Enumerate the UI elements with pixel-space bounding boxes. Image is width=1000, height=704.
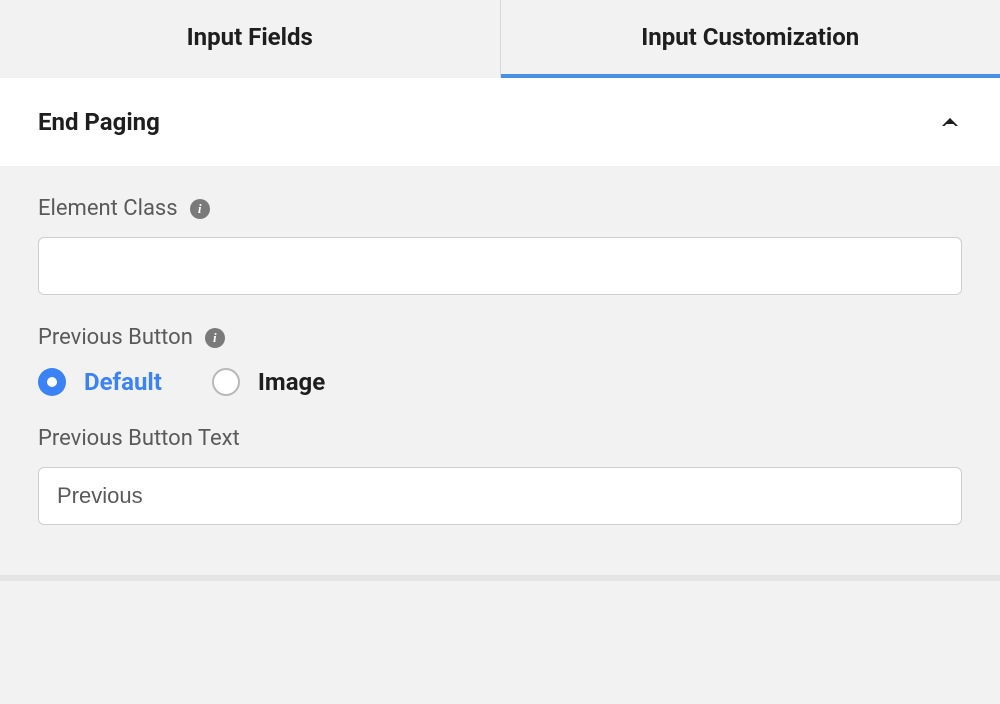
field-previous-button: Previous Button i Default Image bbox=[38, 325, 962, 396]
radio-label: Image bbox=[258, 368, 325, 396]
tab-label: Input Fields bbox=[187, 23, 313, 51]
chevron-up-icon bbox=[938, 110, 962, 134]
section-title: End Paging bbox=[38, 108, 160, 136]
label-text: Element Class bbox=[38, 196, 178, 221]
label-text: Previous Button bbox=[38, 325, 193, 350]
tab-input-fields[interactable]: Input Fields bbox=[0, 0, 500, 78]
radio-circle bbox=[212, 368, 240, 396]
info-icon[interactable]: i bbox=[190, 199, 210, 219]
tabs-container: Input Fields Input Customization bbox=[0, 0, 1000, 78]
field-label: Previous Button Text bbox=[38, 426, 962, 451]
radio-dot bbox=[47, 377, 57, 387]
field-label: Previous Button i bbox=[38, 325, 962, 350]
tab-label: Input Customization bbox=[641, 23, 859, 51]
section-header[interactable]: End Paging bbox=[0, 78, 1000, 166]
section-body: Element Class i Previous Button i Defaul… bbox=[0, 166, 1000, 575]
radio-group-previous-button: Default Image bbox=[38, 368, 962, 396]
field-previous-button-text: Previous Button Text bbox=[38, 426, 962, 525]
radio-option-image[interactable]: Image bbox=[212, 368, 325, 396]
tab-input-customization[interactable]: Input Customization bbox=[501, 0, 1000, 78]
element-class-input[interactable] bbox=[38, 237, 962, 295]
info-icon[interactable]: i bbox=[205, 328, 225, 348]
bottom-divider bbox=[0, 575, 1000, 581]
previous-button-text-input[interactable] bbox=[38, 467, 962, 525]
radio-label: Default bbox=[84, 368, 162, 396]
radio-option-default[interactable]: Default bbox=[38, 368, 162, 396]
field-label: Element Class i bbox=[38, 196, 962, 221]
field-element-class: Element Class i bbox=[38, 196, 962, 295]
radio-circle bbox=[38, 368, 66, 396]
label-text: Previous Button Text bbox=[38, 426, 240, 451]
